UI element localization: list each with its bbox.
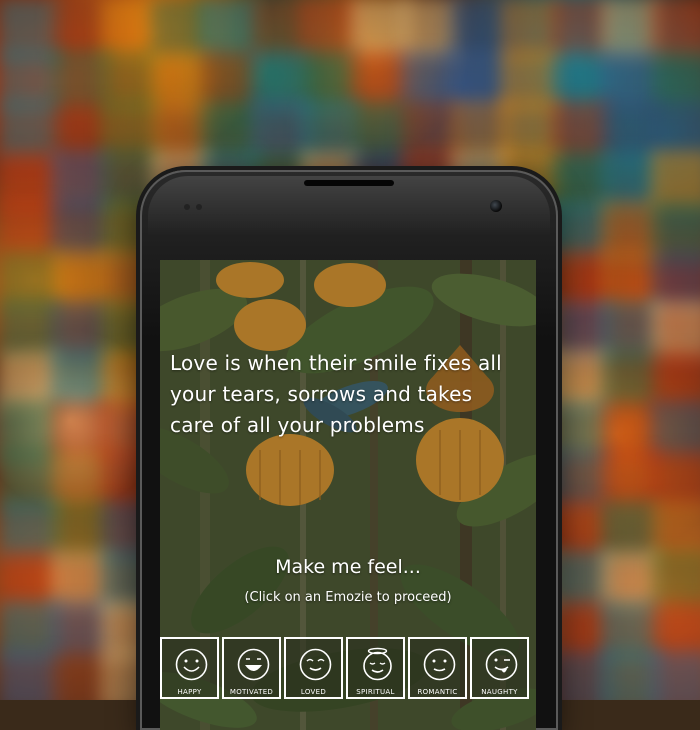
emozie-romantic-button[interactable]: ROMANTIC [408,637,467,699]
grinning-face-icon [237,648,270,681]
front-camera [490,200,502,212]
emozie-label: NAUGHTY [481,688,518,696]
emozie-bar: HAPPY MOTIVATED LOVED SPIRITUAL ROMANTIC… [160,637,536,730]
romantic-face-icon [423,648,456,681]
emozie-label: SPIRITUAL [356,688,395,696]
prompt-title: Make me feel... [275,556,421,578]
app-screen: Love is when their smile fixes all your … [160,260,536,730]
naughty-face-icon [485,648,518,681]
halo-face-icon [363,647,392,681]
emozie-spiritual-button[interactable]: SPIRITUAL [346,637,405,699]
emozie-naughty-button[interactable]: NAUGHTY [470,637,529,699]
emozie-label: ROMANTIC [417,688,458,696]
quote-line: Love is when their smile fixes all [170,351,502,375]
quote-text: Love is when their smile fixes all your … [170,348,530,441]
speaker-grille [304,180,394,186]
emozie-motivated-button[interactable]: MOTIVATED [222,637,281,699]
sensor [184,204,190,210]
sensor [196,204,202,210]
quote-line: care of all your problems [170,413,425,437]
emozie-label: LOVED [300,688,327,696]
prompt-subtitle: (Click on an Emozie to proceed) [244,590,452,605]
emozie-happy-button[interactable]: HAPPY [160,637,219,699]
quote-line: your tears, sorrows and takes [170,382,473,406]
emozie-loved-button[interactable]: LOVED [284,637,343,699]
emozie-label: HAPPY [177,688,202,696]
happy-face-icon [175,648,208,681]
emozie-label: MOTIVATED [229,688,274,696]
phone-frame: Love is when their smile fixes all your … [140,170,558,730]
loved-face-icon [299,648,332,681]
